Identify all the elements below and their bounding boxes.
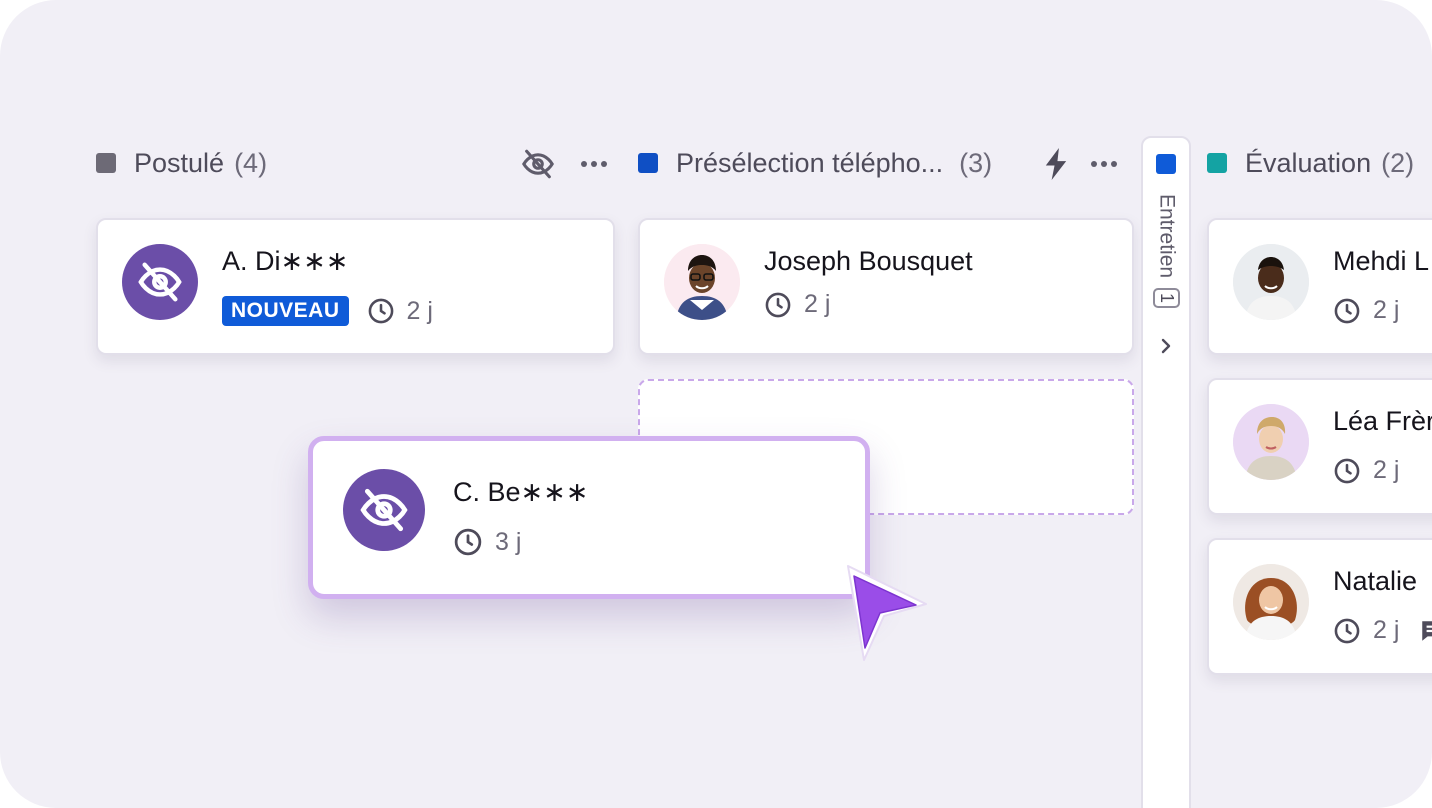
column-color-swatch: [638, 153, 658, 173]
column-name: Évaluation: [1245, 147, 1372, 178]
candidate-card[interactable]: Mehdi L 2 j: [1207, 218, 1432, 355]
column-vertical-label: Entretien 1: [1153, 194, 1180, 309]
candidate-meta: 2 j: [764, 290, 830, 319]
candidate-age: 2 j: [1373, 456, 1400, 484]
eye-off-icon: [360, 488, 408, 532]
column-actions-postule: [518, 144, 614, 184]
column-count: (3): [959, 147, 993, 178]
board: Postulé (4) A. Di∗∗∗ NOUVEAU 2 j Préséle…: [0, 0, 1432, 808]
clock-icon: [764, 291, 792, 319]
column-color-swatch: [96, 153, 116, 173]
candidate-name: Natalie: [1333, 566, 1418, 596]
column-color-swatch: [1207, 153, 1227, 173]
column-header-evaluation: Évaluation (2): [1207, 140, 1414, 186]
candidate-age: 2 j: [1373, 616, 1400, 644]
column-name: Présélection télépho...: [676, 147, 944, 178]
candidate-name: Joseph Bousquet: [764, 246, 973, 276]
avatar: [1233, 564, 1309, 640]
candidate-card[interactable]: Léa Frèr 2 j: [1207, 378, 1432, 515]
eye-off-icon: [138, 262, 182, 302]
clock-icon: [1333, 457, 1361, 485]
clock-icon: [1333, 617, 1361, 645]
column-count: (4): [234, 147, 268, 178]
avatar: [1233, 244, 1309, 320]
candidate-age: 3 j: [495, 527, 522, 556]
column-actions-preselection: [1036, 144, 1124, 184]
clock-icon: [453, 527, 483, 557]
candidate-name: Léa Frèr: [1333, 406, 1432, 436]
candidate-card[interactable]: Natalie 2 j: [1207, 538, 1432, 675]
clock-icon: [1333, 297, 1361, 325]
avatar: [1233, 404, 1309, 480]
comment-icon: [1419, 618, 1432, 644]
candidate-card[interactable]: Joseph Bousquet 2 j: [638, 218, 1134, 355]
chevron-right-icon[interactable]: [1156, 336, 1176, 361]
clock-icon: [367, 297, 395, 325]
candidate-card[interactable]: A. Di∗∗∗ NOUVEAU 2 j: [96, 218, 615, 355]
eye-off-icon[interactable]: [518, 144, 558, 184]
cursor-icon: [838, 562, 934, 671]
candidate-name: A. Di∗∗∗: [222, 246, 349, 276]
candidate-name: Mehdi L: [1333, 246, 1430, 276]
avatar: [664, 244, 740, 320]
candidate-meta: 2 j: [1333, 616, 1432, 645]
new-badge: NOUVEAU: [222, 296, 349, 326]
lightning-icon[interactable]: [1036, 144, 1076, 184]
column-name: Entretien: [1155, 194, 1179, 279]
candidate-meta: 2 j: [1333, 296, 1399, 325]
candidate-meta: 3 j: [453, 527, 521, 557]
candidate-name: C. Be∗∗∗: [453, 477, 589, 507]
column-header-preselection: Présélection télépho... (3): [638, 140, 992, 186]
column-count: 1: [1153, 288, 1180, 309]
column-count: (2): [1381, 147, 1415, 178]
column-color-swatch: [1156, 154, 1176, 174]
more-icon[interactable]: [574, 144, 614, 184]
more-icon[interactable]: [1084, 144, 1124, 184]
candidate-age: 2 j: [406, 296, 433, 325]
candidate-meta: NOUVEAU 2 j: [222, 296, 433, 326]
column-name: Postulé: [134, 147, 225, 178]
candidate-age: 2 j: [804, 290, 831, 318]
candidate-meta: 2 j: [1333, 456, 1399, 485]
column-header-postule: Postulé (4): [96, 140, 267, 186]
candidate-age: 2 j: [1373, 296, 1400, 324]
anonymous-avatar: [343, 469, 425, 551]
dragging-candidate-card[interactable]: C. Be∗∗∗ 3 j: [308, 436, 870, 599]
column-collapsed-entretien[interactable]: Entretien 1: [1141, 136, 1191, 808]
anonymous-avatar: [122, 244, 198, 320]
